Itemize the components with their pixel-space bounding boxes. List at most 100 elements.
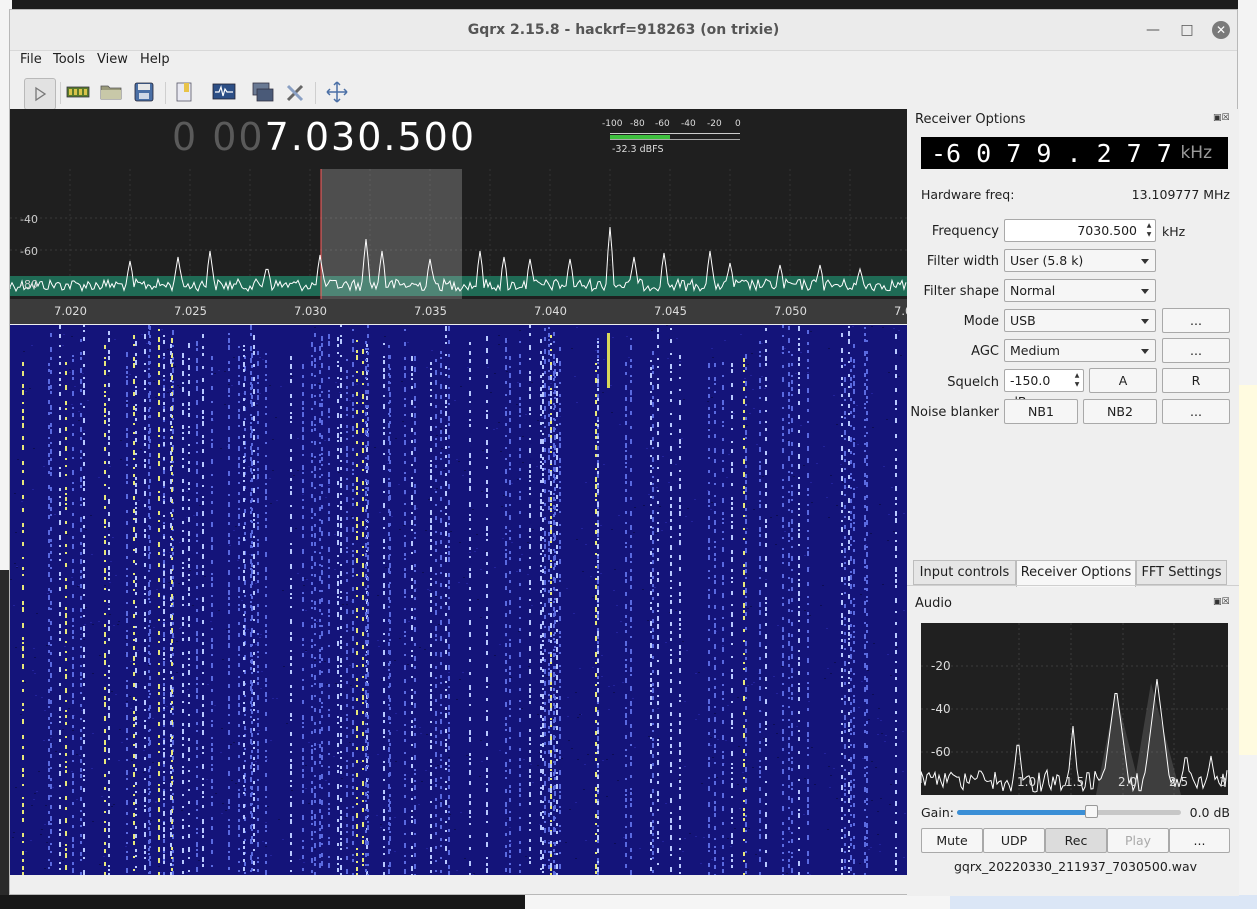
waterfall-signal xyxy=(679,456,681,460)
waterfall-signal xyxy=(650,579,652,584)
menu-file[interactable]: File xyxy=(20,52,42,67)
waterfall-signal xyxy=(486,857,488,859)
waterfall-display[interactable] xyxy=(10,325,907,875)
waterfall-signal xyxy=(188,801,190,804)
waterfall-signal xyxy=(550,794,552,799)
minimize-icon[interactable]: — xyxy=(1143,20,1163,40)
spectrum-plot[interactable]: 0 007.030.500 -100 -80 -60 -40 -20 0 -32… xyxy=(10,109,907,324)
waterfall-noise xyxy=(25,851,27,852)
waterfall-signal xyxy=(440,430,442,434)
waterfall-signal xyxy=(311,526,313,531)
menu-help[interactable]: Help xyxy=(140,52,170,67)
waterfall-signal xyxy=(650,702,652,705)
waterfall-noise xyxy=(305,650,307,651)
waterfall-signal xyxy=(505,435,507,437)
waterfall-signal xyxy=(290,421,292,423)
waterfall-signal xyxy=(346,551,348,553)
waterfall-signal xyxy=(211,748,213,752)
waterfall-signal xyxy=(864,836,866,840)
waterfall-noise xyxy=(665,522,667,523)
open-folder-icon[interactable] xyxy=(98,79,124,105)
close-icon[interactable]: ✕ xyxy=(1212,21,1230,39)
waterfall-signal xyxy=(440,818,442,821)
scope-icon[interactable] xyxy=(211,79,237,105)
waterfall-signal xyxy=(290,379,292,383)
waterfall-noise xyxy=(852,326,854,327)
waterfall-signal xyxy=(367,542,369,545)
waterfall-signal xyxy=(745,437,747,439)
waterfall-signal xyxy=(321,447,323,451)
waterfall-noise xyxy=(214,373,216,374)
waterfall-noise xyxy=(111,806,113,807)
waterfall-signal xyxy=(745,602,747,606)
menu-tools[interactable]: Tools xyxy=(53,52,85,67)
waterfall-signal xyxy=(59,730,61,735)
waterfall-noise xyxy=(684,701,686,702)
waterfall-noise xyxy=(458,461,460,462)
waterfall-signal xyxy=(314,533,316,538)
title-bar[interactable]: Gqrx 2.15.8 - hackrf=918263 (on trixie) … xyxy=(10,10,1237,51)
waterfall-signal xyxy=(848,339,850,344)
waterfall-noise xyxy=(71,771,73,772)
waterfall-signal xyxy=(340,615,342,620)
waterfall-signal xyxy=(542,758,544,761)
waterfall-signal xyxy=(314,708,316,712)
waterfall-signal xyxy=(211,439,213,441)
waterfall-signal xyxy=(163,493,165,496)
waterfall-noise xyxy=(272,698,274,699)
save-icon[interactable] xyxy=(131,79,157,105)
waterfall-noise xyxy=(619,424,621,425)
waterfall-signal xyxy=(542,410,544,414)
waterfall-signal xyxy=(163,584,165,588)
waterfall-signal xyxy=(228,722,230,724)
waterfall-noise xyxy=(532,782,534,783)
menu-view[interactable]: View xyxy=(97,52,128,67)
waterfall-signal xyxy=(866,856,868,861)
waterfall-signal xyxy=(448,865,450,869)
waterfall-noise xyxy=(880,720,882,721)
waterfall-signal xyxy=(544,349,546,354)
waterfall-signal xyxy=(22,416,24,420)
waterfall-signal xyxy=(714,565,716,568)
waterfall-signal xyxy=(657,714,659,719)
frequency-display[interactable]: 0 007.030.500 xyxy=(172,115,476,159)
waterfall-noise xyxy=(676,338,678,339)
maximize-icon[interactable]: □ xyxy=(1177,20,1197,40)
tools-icon[interactable] xyxy=(283,79,309,105)
remote-icon[interactable] xyxy=(250,79,276,105)
waterfall-signal xyxy=(714,483,716,485)
waterfall-signal xyxy=(148,827,150,830)
waterfall-signal xyxy=(290,549,292,554)
waterfall-signal xyxy=(257,779,259,781)
waterfall-signal xyxy=(440,555,442,560)
waterfall-signal xyxy=(311,639,313,642)
waterfall-signal xyxy=(542,732,544,737)
waterfall-signal xyxy=(340,693,342,696)
meter-tick: -80 xyxy=(630,119,645,129)
waterfall-signal xyxy=(257,798,259,801)
waterfall-signal xyxy=(505,491,507,496)
waterfall-signal xyxy=(652,635,654,639)
waterfall-signal xyxy=(163,457,165,460)
waterfall-signal xyxy=(440,532,442,535)
waterfall-signal xyxy=(321,336,323,341)
waterfall-noise xyxy=(78,411,80,412)
waterfall-signal xyxy=(745,480,747,484)
waterfall-signal xyxy=(440,765,442,768)
hardware-icon[interactable] xyxy=(65,79,91,105)
waterfall-signal xyxy=(544,415,546,419)
waterfall-signal xyxy=(597,571,599,573)
waterfall-signal xyxy=(340,580,342,584)
play-icon[interactable] xyxy=(24,78,56,110)
waterfall-noise xyxy=(71,336,73,337)
waterfall-noise xyxy=(566,588,568,589)
fullscreen-icon[interactable] xyxy=(324,79,350,105)
waterfall-signal xyxy=(731,767,733,769)
waterfall-signal xyxy=(791,646,793,651)
waterfall-signal xyxy=(505,777,507,779)
bookmark-icon[interactable] xyxy=(171,79,197,105)
waterfall-signal xyxy=(679,484,681,489)
waterfall-signal xyxy=(158,798,160,802)
waterfall-signal xyxy=(72,760,74,762)
waterfall-signal xyxy=(158,380,160,385)
